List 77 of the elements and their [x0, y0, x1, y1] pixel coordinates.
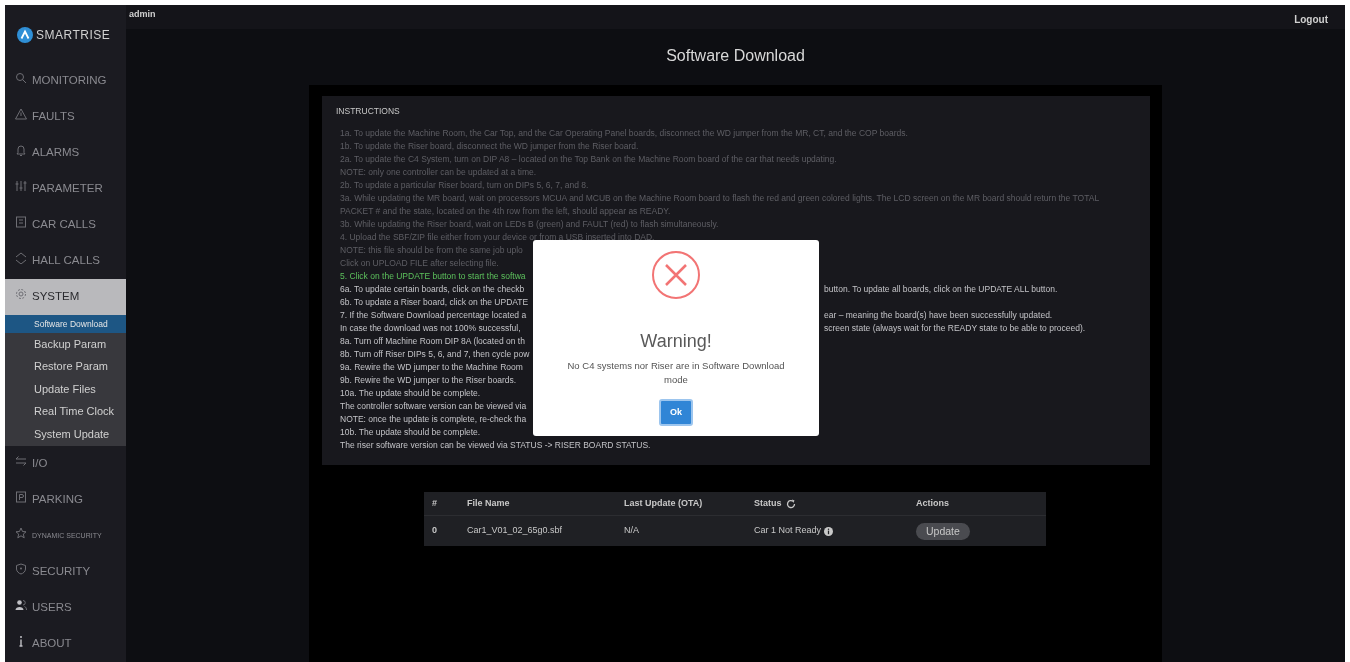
submenu-item[interactable]: Restore Param	[5, 355, 126, 378]
instruction-line: PACKET # and the state, located on the 4th row from the left, should appear as READY.	[340, 204, 671, 218]
sidebar-item[interactable]: USERS	[5, 590, 126, 626]
instruction-line: The riser software version can be viewed via STATUS -> RISER BOARD STATUS.	[340, 438, 651, 452]
logout-link[interactable]: Logout	[1294, 5, 1345, 27]
instructions-heading: INSTRUCTIONS	[336, 105, 401, 118]
sliders-icon	[15, 179, 27, 192]
instruction-line: 9a. Rewire the WD jumper to the Machine Room	[340, 360, 523, 374]
instruction-line: button. To update all boards, click on the UPDATE ALL button.	[824, 282, 1058, 296]
info-icon[interactable]	[824, 526, 834, 536]
instruction-line: The controller software version can be viewed via	[340, 399, 527, 413]
instruction-line: In case the download was not 100% successful,	[340, 322, 521, 333]
instruction-line: 9b. Rewire the WD jumper to the Riser boards.	[340, 373, 517, 387]
star-icon	[15, 527, 27, 539]
shield-icon	[15, 563, 27, 575]
table-cell: Car1_V01_02_65g0.sbf	[467, 524, 563, 538]
ok-button[interactable]: Ok	[659, 399, 693, 426]
error-icon	[651, 250, 701, 300]
column-header: #	[432, 496, 437, 510]
logo-text: SMARTRISE	[36, 26, 111, 44]
chevrons-icon	[15, 251, 27, 264]
username: admin	[128, 8, 156, 21]
instruction-line: NOTE: only one controller can be updated at a time.	[340, 165, 537, 179]
sidebar-item[interactable]: HALL CALLS	[5, 242, 126, 279]
instruction-line: 2b. To update a particular Riser board, turn on DIPs 5, 6, 7, and 8.	[340, 178, 589, 192]
logo-icon	[17, 26, 33, 43]
submenu-item[interactable]: Real Time Clock	[5, 400, 126, 423]
users-icon	[15, 599, 27, 611]
instruction-line: 8a. Turn off Machine Room DIP 8A (located on th	[340, 334, 525, 348]
sidebar-item[interactable]: PARAMETER	[5, 170, 126, 207]
instruction-line: 6a. To update certain boards, click on the checkb	[340, 283, 525, 294]
parking-icon	[15, 491, 27, 503]
instruction-line: ear – meaning the board(s) have been successfully updated.	[824, 308, 1053, 322]
sidebar-item[interactable]: I/O	[5, 446, 126, 482]
instruction-line: 10a. The update should be complete.	[340, 386, 481, 400]
panel-icon	[15, 215, 27, 228]
sidebar-item[interactable]: PARKING	[5, 482, 126, 518]
instruction-line: NOTE: this file should be from the same job uplo	[340, 243, 523, 257]
instruction-line: screen state (always wait for the READY state to be able to proceed).	[824, 321, 1086, 335]
column-header: File Name	[467, 496, 510, 510]
instruction-line: 6b. To update a Riser board, click on the UPDATE	[340, 295, 529, 309]
instruction-line: 4. Upload the SBF/ZIP file either from your device or from a USB inserted into DAD.	[340, 230, 655, 244]
instruction-line: 1a. To update the Machine Room, the Car Top, and the Car Operating Panel boards, disconnect the WD jumper from the MR, CT, and the COP boards.	[340, 126, 908, 140]
instruction-line: 1b. To update the Riser board, disconnect the WD jumper from the Riser board.	[340, 139, 639, 153]
gear-icon	[15, 287, 27, 300]
refresh-icon[interactable]	[785, 498, 796, 509]
instruction-line: 7. If the Software Download percentage located a	[340, 309, 527, 320]
instruction-line: Click on UPLOAD FILE after selecting file.	[340, 256, 499, 270]
column-header: Status	[754, 496, 782, 510]
submenu-item[interactable]: System Update	[5, 422, 126, 445]
sidebar-item[interactable]: ABOUT	[5, 626, 126, 662]
table-cell: Car 1 Not Ready	[754, 524, 822, 538]
sidebar-item[interactable]: MONITORING	[5, 62, 126, 99]
instruction-line: 5. Click on the UPDATE button to start the softwa	[340, 269, 526, 283]
update-button[interactable]: Update	[916, 522, 970, 540]
dialog-message: No C4 systems nor Riser are in Software Download mode	[566, 359, 786, 387]
warning-icon	[15, 107, 27, 120]
instruction-line: 8b. Turn off Riser DIPs 5, 6, and 7, then cycle pow	[340, 347, 530, 361]
sidebar-item[interactable]: SYSTEM	[5, 278, 126, 315]
dialog-title: Warning!	[640, 330, 712, 353]
table-cell: 0	[432, 524, 437, 538]
submenu-item[interactable]: Backup Param	[5, 332, 126, 355]
search-icon	[15, 71, 27, 84]
sidebar-item[interactable]: FAULTS	[5, 98, 126, 135]
column-header: Last Update (OTA)	[624, 496, 703, 510]
submenu-item[interactable]: Update Files	[5, 377, 126, 400]
instruction-line: NOTE: once the update is complete, re-check tha	[340, 412, 527, 426]
sidebar-item[interactable]: ALARMS	[5, 134, 126, 171]
arrows-icon	[15, 455, 27, 467]
table-cell: N/A	[624, 524, 639, 538]
sidebar-item[interactable]: SECURITY	[5, 554, 126, 590]
instruction-line: 10b. The update should be complete.	[340, 425, 481, 439]
column-header: Actions	[916, 496, 949, 510]
sidebar-item[interactable]: CAR CALLS	[5, 206, 126, 243]
instruction-line: 2a. To update the C4 System, turn on DIP A8 – located on the Top Bank on the Machine Room board of the car that needs updating.	[340, 152, 837, 166]
bell-icon	[15, 143, 27, 156]
page-title: Software Download	[666, 46, 805, 66]
